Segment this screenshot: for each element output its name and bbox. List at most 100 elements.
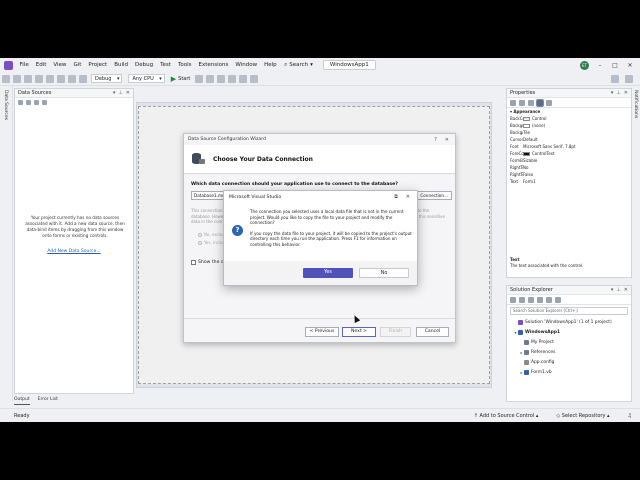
property-row[interactable]: BackColor Control [507,115,631,122]
add-data-source-icon[interactable] [18,100,23,105]
pin-icon[interactable]: ⊥ [118,90,122,96]
hot-reload-icon[interactable] [205,74,214,83]
show-all-files-icon[interactable] [555,296,561,303]
close-icon[interactable]: ✕ [126,90,130,96]
previous-button[interactable]: < Previous [305,327,339,337]
pin-icon[interactable]: ⊥ [616,90,620,96]
align-icon[interactable] [216,74,225,83]
tree-item[interactable]: App.config [507,357,631,367]
tab-output[interactable]: Output [14,397,30,405]
menu-test[interactable]: Test [157,62,175,68]
new-project-icon[interactable] [23,74,32,83]
refresh-icon[interactable] [42,100,47,105]
menu-project[interactable]: Project [85,62,111,68]
menu-debug[interactable]: Debug [132,62,157,68]
collapse-all-icon[interactable] [546,296,552,303]
search-menu[interactable]: ⌕ Search ▾ [280,62,317,69]
property-row[interactable]: FormBorderStyleSizable [507,157,631,164]
menu-edit[interactable]: Edit [32,62,50,68]
close-icon[interactable]: ✕ [624,90,628,96]
property-name: RightToLeftLayout [510,172,523,177]
events-icon[interactable] [536,98,544,107]
save-all-icon[interactable] [56,74,65,83]
chevron-down-icon[interactable]: ▾ [611,287,614,293]
close-icon[interactable]: ✕ [445,137,449,143]
platform-select[interactable]: Any CPU [128,74,165,83]
open-icon[interactable] [34,74,43,83]
menu-tools[interactable]: Tools [174,62,195,68]
spacing-icon[interactable] [249,74,258,83]
cancel-button[interactable]: Cancel [416,327,449,337]
back-icon[interactable] [1,74,10,83]
new-connection-button[interactable]: Connection... [412,191,452,200]
property-category[interactable]: ▾ Appearance [507,108,631,115]
chevron-down-icon[interactable]: ▾ [611,90,614,96]
property-row[interactable]: BackgroundImageLayoutTile [507,129,631,136]
menu-build[interactable]: Build [111,62,132,68]
close-icon[interactable]: ✕ [624,287,628,293]
minimize-icon[interactable]: – [596,62,604,69]
panel-title: Solution Explorer [510,287,553,293]
data-sources-side-tab[interactable]: Data Sources [3,90,8,120]
close-icon[interactable]: ✕ [406,194,410,200]
tree-item[interactable]: ▾ WindowsApp1 [507,327,631,337]
switch-views-icon[interactable] [519,296,525,303]
undo-icon[interactable] [67,74,76,83]
tab-error-list[interactable]: Error List [38,397,58,405]
property-row[interactable]: RightToLeftLayoutFalse [507,171,631,178]
start-without-debugging-icon[interactable] [194,74,203,83]
menu-help[interactable]: Help [261,62,281,68]
help-icon[interactable]: ? [434,137,437,143]
categorized-icon[interactable] [510,99,516,106]
notifications-bell-icon[interactable]: ♫ [628,413,632,419]
pin-icon[interactable]: ⊥ [616,287,620,293]
tree-item[interactable]: My Project [507,337,631,347]
save-icon[interactable] [45,74,54,83]
start-button[interactable]: ▶ Start [171,75,191,83]
menu-window[interactable]: Window [232,62,261,68]
property-row[interactable]: RightToLeftNo [507,164,631,171]
configure-icon[interactable] [34,100,39,105]
solution-search-input[interactable]: Search Solution Explorer (Ctrl+;) [510,307,628,315]
next-button[interactable]: Next > [342,327,376,337]
menu-extensions[interactable]: Extensions [195,62,232,68]
menu-view[interactable]: View [50,62,70,68]
property-row[interactable]: Text Form1 [507,178,631,185]
add-new-data-source-link[interactable]: Add New Data Source... [15,249,133,254]
maximize-icon[interactable]: □ [611,62,619,69]
forward-icon[interactable] [12,74,21,83]
format-icon[interactable] [238,74,247,83]
menu-git[interactable]: Git [70,62,85,68]
feedback-icon[interactable] [624,74,633,83]
redo-icon[interactable] [78,74,87,83]
home-icon[interactable] [510,296,516,303]
property-pages-icon[interactable] [546,99,552,106]
property-row[interactable]: BackgroundImage (none) [507,122,631,129]
live-share-icon[interactable] [610,74,619,83]
avatar[interactable]: ET [580,60,589,70]
yes-button[interactable]: Yes [303,268,353,278]
edit-dataset-icon[interactable] [26,100,31,105]
wizard-title-bar: Data Source Configuration Wizard ? ✕ [184,134,455,145]
chevron-down-icon[interactable]: ▾ [113,90,116,96]
layout-icon[interactable] [227,74,236,83]
add-to-source-control-button[interactable]: ↑ Add to Source Control ▴ [474,413,539,419]
tree-item[interactable]: ▸ References [507,347,631,357]
close-icon[interactable]: ✕ [626,62,634,69]
menu-file[interactable]: File [16,62,32,68]
copy-icon[interactable]: ⧉ [394,194,398,200]
notifications-side-tab[interactable]: Notifications [633,90,638,118]
tree-item[interactable]: ▸ Form1.vb [507,367,631,377]
properties-icon[interactable] [528,99,534,106]
property-row[interactable]: Cursor Default [507,136,631,143]
refresh-icon[interactable] [537,296,543,303]
sync-icon[interactable] [528,296,534,303]
property-row[interactable]: Font Microsoft Sans Serif, 7.8pt [507,143,631,150]
configuration-select[interactable]: Debug [91,74,123,83]
property-row[interactable]: ForeColor ControlText [507,150,631,157]
no-button[interactable]: No [359,268,409,278]
alphabetical-icon[interactable] [519,99,525,106]
select-repository-button[interactable]: ◇ Select Repository ▴ [556,413,609,419]
finish-button[interactable]: Finish [380,327,411,337]
tree-item[interactable]: Solution 'WindowsApp1' (1 of 1 project) [507,317,631,327]
